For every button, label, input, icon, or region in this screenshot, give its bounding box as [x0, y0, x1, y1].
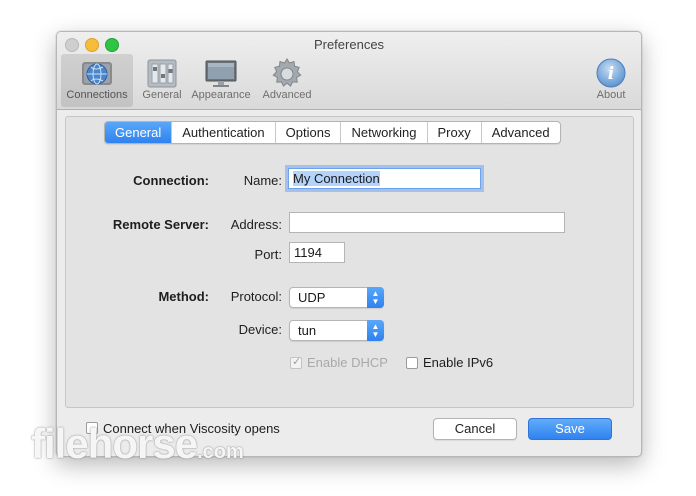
device-select-value: tun: [298, 323, 317, 338]
name-label: Name:: [243, 173, 282, 188]
save-button[interactable]: Save: [528, 418, 612, 440]
tab-general[interactable]: General: [105, 122, 172, 143]
address-label: Address:: [230, 217, 282, 232]
enable-ipv6-label: Enable IPv6: [423, 355, 494, 370]
port-label: Port:: [254, 247, 282, 262]
info-icon: i: [596, 58, 626, 88]
toolbar-item-advanced[interactable]: Advanced: [251, 54, 323, 107]
enable-dhcp-checkbox[interactable]: ✓: [290, 356, 302, 369]
up-down-arrows-icon: ▲ ▼: [367, 287, 384, 308]
tab-networking[interactable]: Networking: [340, 122, 426, 143]
device-label: Device:: [238, 322, 282, 337]
toolbar-label-advanced: Advanced: [262, 89, 312, 101]
tab-advanced[interactable]: Advanced: [480, 122, 560, 143]
tab-proxy[interactable]: Proxy: [426, 122, 481, 143]
toolbar-label-appearance: Appearance: [191, 89, 251, 101]
connections-globe-icon: [82, 62, 112, 85]
tab-bar: General Authentication Options Networkin…: [104, 121, 561, 144]
up-down-arrows-icon: ▲ ▼: [367, 320, 384, 341]
protocol-label: Protocol:: [230, 289, 282, 304]
advanced-gear-icon: [272, 58, 302, 87]
port-field[interactable]: 1194: [289, 242, 345, 263]
toolbar-label-about: About: [596, 89, 626, 101]
protocol-select[interactable]: UDP ▲ ▼: [289, 287, 384, 308]
title-bar: Preferences Connections General Appearan…: [57, 32, 641, 110]
toolbar-item-connections[interactable]: Connections: [61, 54, 133, 107]
name-field-value: My Connection: [293, 171, 380, 186]
enable-dhcp-label: Enable DHCP: [307, 355, 388, 370]
toolbar-item-appearance[interactable]: Appearance: [183, 54, 259, 107]
window-title: Preferences: [313, 37, 385, 52]
method-section-label: Method:: [158, 289, 209, 304]
tab-options[interactable]: Options: [274, 122, 341, 143]
tab-authentication[interactable]: Authentication: [171, 122, 274, 143]
toolbar-item-about[interactable]: i About: [581, 54, 641, 107]
preferences-window: Preferences Connections General Appearan…: [56, 31, 642, 457]
device-select[interactable]: tun ▲ ▼: [289, 320, 384, 341]
watermark-suffix: .com: [197, 441, 244, 463]
toolbar-label-connections: Connections: [66, 89, 128, 101]
connection-section-label: Connection:: [133, 173, 209, 188]
enable-ipv6-checkbox[interactable]: [406, 357, 418, 369]
checkmark-icon: ✓: [292, 356, 302, 368]
general-switches-icon: [147, 59, 177, 88]
filehorse-watermark: filehorse.com: [31, 420, 244, 468]
cancel-button[interactable]: Cancel: [433, 418, 517, 440]
appearance-monitor-icon: [205, 60, 237, 87]
name-field[interactable]: My Connection: [288, 168, 481, 189]
remote-server-section-label: Remote Server:: [112, 217, 209, 232]
info-glyph: i: [608, 64, 614, 84]
address-field[interactable]: [289, 212, 565, 233]
watermark-text: filehorse: [31, 420, 198, 467]
protocol-select-value: UDP: [298, 290, 326, 305]
